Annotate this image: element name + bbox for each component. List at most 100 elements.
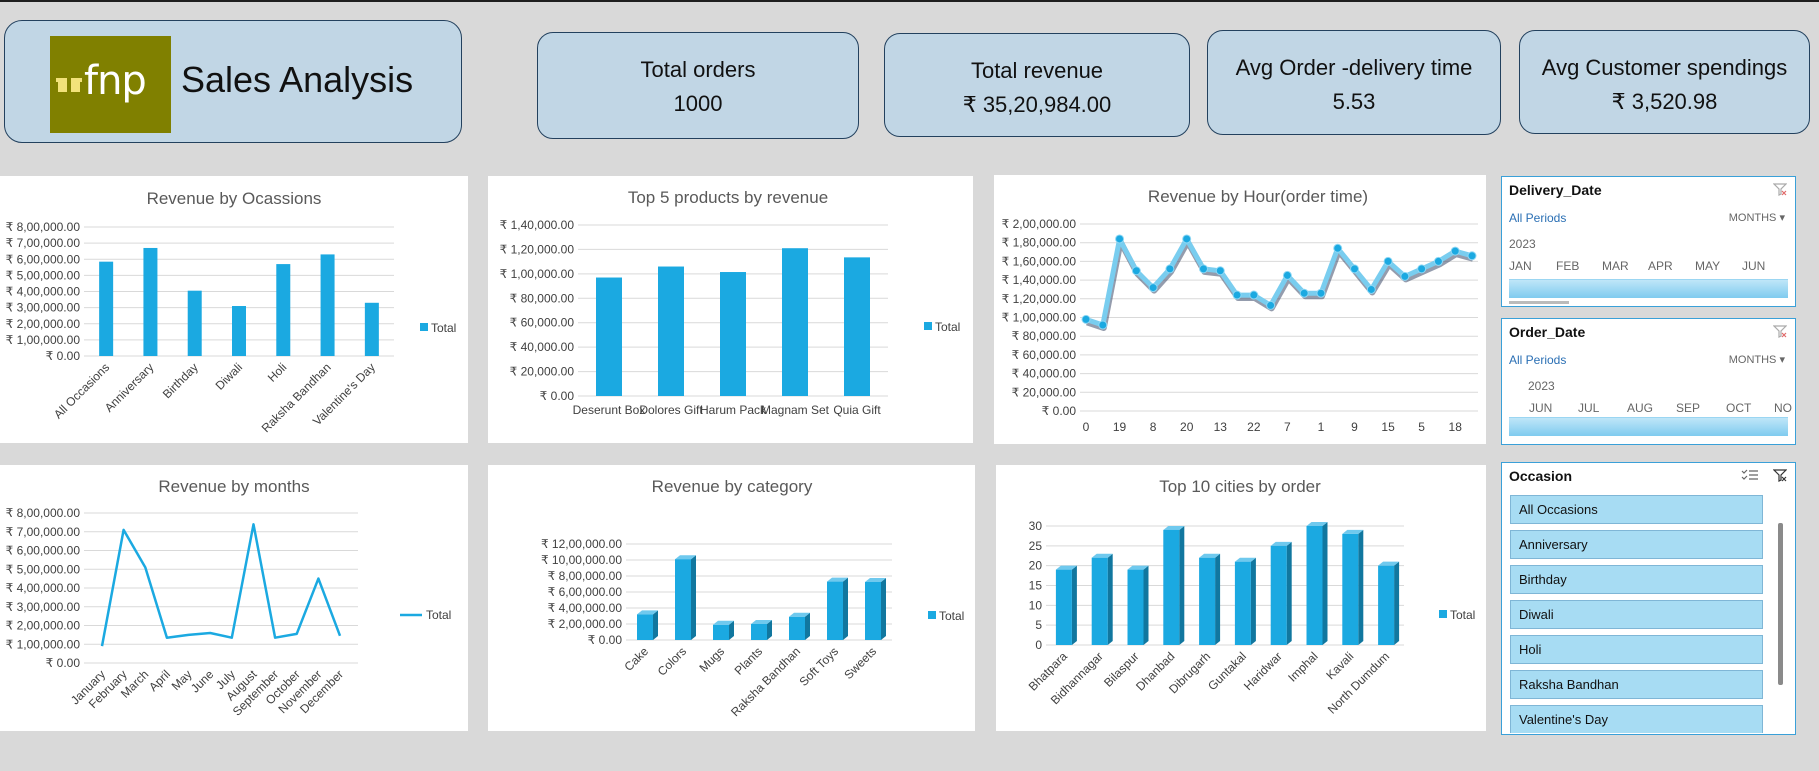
y-tick-label: ₹ 3,00,000.00	[6, 301, 81, 315]
y-tick-label: ₹ 4,00,000.00	[6, 581, 81, 595]
x-tick-label: 22	[1247, 420, 1261, 434]
data-point	[1467, 251, 1477, 261]
x-tick-label: 19	[1113, 420, 1127, 434]
slicer-occasion[interactable]: Occasion All Occasions Anniversary Birth…	[1501, 462, 1796, 735]
data-point	[1215, 266, 1225, 276]
bar	[658, 266, 684, 396]
x-tick-label: Colors	[655, 644, 689, 678]
bar-side	[843, 577, 848, 640]
timeline-month[interactable]: JUN	[1529, 401, 1552, 415]
clear-filter-icon[interactable]	[1773, 468, 1787, 482]
kpi-label: Total orders	[640, 57, 756, 82]
chart-revenue-by-months: Revenue by months ₹ 0.00 ₹ 1,00,000.00 ₹ 2,…	[0, 465, 468, 731]
logo-wordmark: fnp	[56, 58, 147, 104]
bar-side	[1215, 553, 1221, 645]
x-tick-label: Dolores Gift	[639, 403, 703, 417]
y-tick-label: ₹ 2,00,000.00	[6, 317, 81, 331]
occasion-item[interactable]: All Occasions	[1510, 495, 1763, 524]
x-tick-label: North Dumdum	[1325, 649, 1392, 716]
x-tick-label: Harum Pack	[700, 403, 767, 417]
chart-revenue-by-occasions: Revenue by Ocassions ₹ 0.00 ₹ 1,00,000.00 ₹…	[0, 176, 468, 443]
slicer-order-date[interactable]: Order_Date All Periods MONTHS ▾ 2023 JUN…	[1501, 318, 1796, 445]
clear-filter-icon[interactable]	[1773, 182, 1787, 196]
bar	[1055, 569, 1072, 645]
x-tick-label: Quia Gift	[833, 403, 881, 417]
time-level-dropdown[interactable]: MONTHS ▾	[1729, 211, 1785, 224]
kpi-label: Total revenue	[970, 58, 1104, 83]
y-tick-label: ₹ 4,00,000.00	[548, 601, 623, 615]
y-tick-label: ₹ 1,60,000.00	[1002, 254, 1077, 268]
chart-occasions-svg: Revenue by Ocassions ₹ 0.00 ₹ 1,00,000.00 ₹…	[6, 189, 457, 435]
timeline-month[interactable]: OCT	[1726, 401, 1751, 415]
kpi-total-revenue: Total revenue ₹ 35,20,984.00	[884, 33, 1190, 137]
timeline-month[interactable]: FEB	[1556, 259, 1579, 273]
occasion-item[interactable]: Birthday	[1510, 565, 1763, 594]
timeline-month[interactable]: JUN	[1742, 259, 1765, 273]
multi-select-icon[interactable]	[1741, 468, 1759, 482]
y-tick-label: ₹ 80,000.00	[1012, 329, 1077, 343]
timeline-month[interactable]: JAN	[1509, 259, 1532, 273]
timeline-scrollbar[interactable]	[1509, 301, 1569, 304]
bar	[1378, 565, 1395, 645]
bar	[596, 277, 622, 396]
data-point	[1131, 266, 1141, 276]
x-tick-label: All Occasions	[51, 360, 112, 421]
occasion-item[interactable]: Raksha Bandhan	[1510, 670, 1763, 699]
x-tick-label: 0	[1083, 420, 1090, 434]
slicer-delivery-date[interactable]: Delivery_Date All Periods MONTHS ▾ 2023 …	[1501, 176, 1796, 307]
y-tick-label: ₹ 7,00,000.00	[6, 236, 81, 250]
x-tick-label: 20	[1180, 420, 1194, 434]
timeline-year: 2023	[1528, 379, 1555, 393]
x-tick-label: Raksha Bandhan	[728, 644, 803, 719]
timeline-month[interactable]: MAR	[1602, 259, 1629, 273]
y-tick-label: ₹ 20,000.00	[510, 365, 575, 379]
bar-side	[1394, 561, 1400, 645]
timeline-month[interactable]: JUL	[1578, 401, 1599, 415]
chart-revenue-by-category: Revenue by category ₹ 0.00 ₹ 2,00,000.00 ₹ …	[488, 465, 975, 731]
dashboard-title: Sales Analysis	[181, 59, 414, 100]
occasion-item[interactable]: Anniversary	[1510, 530, 1763, 559]
occasion-list[interactable]: All Occasions Anniversary Birthday Diwal…	[1502, 495, 1794, 733]
y-tick-label: ₹ 2,00,000.00	[548, 617, 623, 631]
timeline-month[interactable]: AUG	[1627, 401, 1653, 415]
chart-top-products: Top 5 products by revenue ₹ 0.00 ₹ 20,000.…	[488, 176, 973, 443]
sheet-grid-top	[0, 0, 1819, 2]
all-periods-link[interactable]: All Periods	[1509, 211, 1566, 225]
slicer-scrollbar[interactable]	[1778, 523, 1783, 685]
time-level-dropdown[interactable]: MONTHS ▾	[1729, 353, 1785, 366]
slicer-title: Order_Date	[1509, 324, 1586, 340]
timeline-month[interactable]: APR	[1648, 259, 1673, 273]
y-tick-label: 25	[1029, 539, 1043, 553]
x-tick-label: Mugs	[696, 644, 727, 675]
timeline-month[interactable]: NOV	[1774, 401, 1792, 415]
bar	[713, 624, 729, 640]
bar	[865, 582, 881, 640]
occasion-item[interactable]: Diwali	[1510, 600, 1763, 629]
y-tick-label: 10	[1029, 598, 1043, 612]
occasion-item[interactable]: Holi	[1510, 635, 1763, 664]
series-line	[100, 523, 342, 647]
bar	[1199, 557, 1216, 645]
kpi-total-orders: Total orders 1000	[537, 32, 859, 139]
bar	[1127, 569, 1144, 645]
legend-label: Total	[935, 320, 960, 334]
occasion-item[interactable]: Valentine's Day	[1510, 705, 1763, 733]
y-tick-label: ₹ 1,00,000.00	[6, 637, 81, 651]
y-tick-label: ₹ 20,000.00	[1012, 385, 1077, 399]
y-tick-label: ₹ 5,00,000.00	[6, 268, 81, 282]
bar	[1163, 529, 1180, 645]
clear-filter-icon[interactable]	[1773, 324, 1787, 338]
all-periods-link[interactable]: All Periods	[1509, 353, 1566, 367]
kpi-label: Avg Customer spendings	[1541, 55, 1788, 80]
y-tick-label: ₹ 12,00,000.00	[541, 537, 622, 551]
bar	[187, 290, 202, 356]
timeline-month[interactable]: SEP	[1676, 401, 1700, 415]
bar	[99, 261, 114, 356]
timeline-selection-bar[interactable]	[1509, 417, 1788, 436]
y-tick-label: ₹ 1,00,000.00	[500, 267, 575, 281]
timeline-selection-bar[interactable]	[1509, 279, 1788, 298]
chart-title: Revenue by Hour(order time)	[1148, 187, 1368, 206]
timeline-month[interactable]: MAY	[1695, 259, 1720, 273]
x-tick-label: Soft Toys	[796, 644, 841, 689]
bar	[827, 581, 843, 640]
